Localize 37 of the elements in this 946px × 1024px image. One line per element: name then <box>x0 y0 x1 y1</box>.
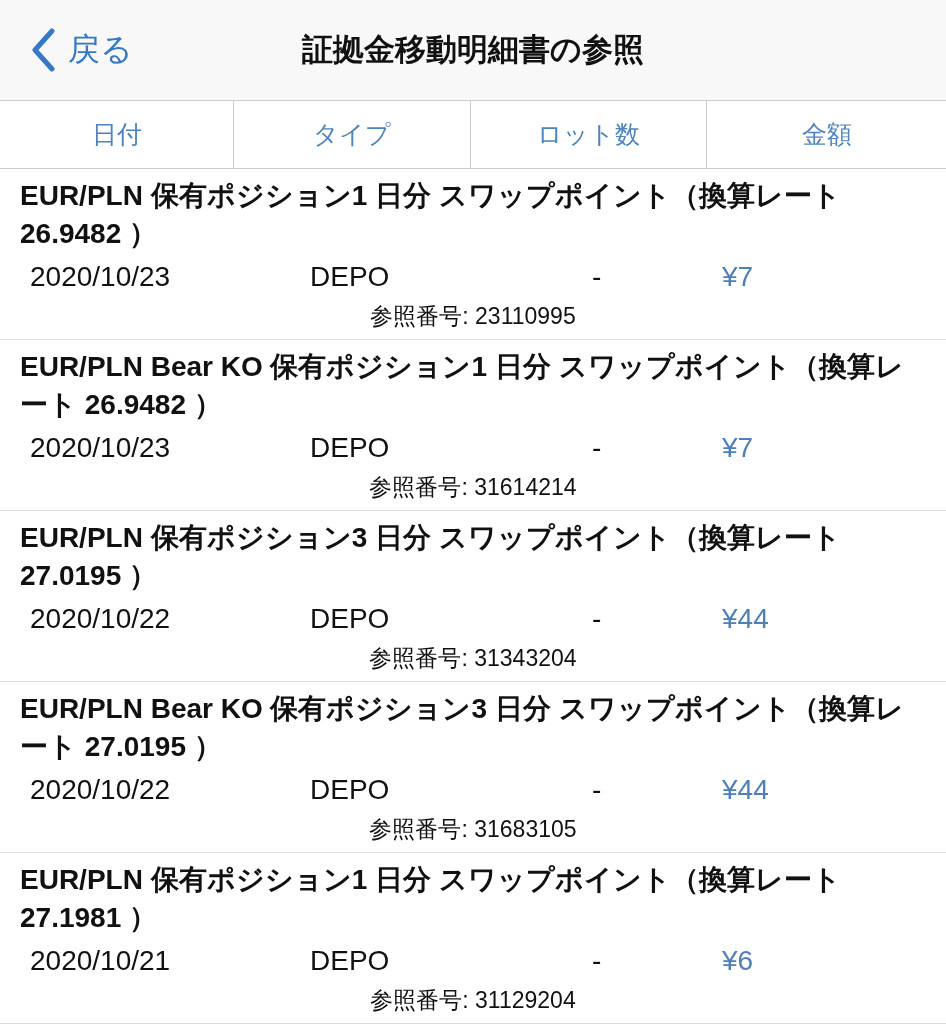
reference-number: 参照番号: 31343204 <box>369 645 577 671</box>
reference-number: 参照番号: 31129204 <box>370 987 576 1013</box>
entry-title: EUR/PLN 保有ポジション1 日分 スワップポイント（換算レート 26.9482 ） <box>20 179 842 251</box>
chevron-left-icon <box>30 28 56 72</box>
lots-text: - <box>592 261 603 293</box>
column-header[interactable]: 日付 <box>0 101 234 168</box>
date-text: 2020/10/23 <box>30 261 172 293</box>
column-header[interactable]: ロット数 <box>471 101 707 168</box>
lots-text: - <box>592 603 603 635</box>
date-text: 2020/10/22 <box>30 774 172 806</box>
entry-title: EUR/PLN Bear KO 保有ポジション3 日分 スワップポイント（換算レート 27.0195 ） <box>20 692 905 764</box>
lots-text: - <box>592 432 603 464</box>
type-text: DEPO <box>310 603 391 635</box>
type-text: DEPO <box>310 261 391 293</box>
amount-text: ¥44 <box>722 774 770 806</box>
date-text: 2020/10/21 <box>30 945 172 977</box>
date-text: 2020/10/22 <box>30 603 172 635</box>
reference-number: 参照番号: 31683105 <box>369 816 577 842</box>
type-text: DEPO <box>310 432 391 464</box>
type-text: DEPO <box>310 774 391 806</box>
amount-text: ¥44 <box>722 603 770 635</box>
amount-text: ¥7 <box>722 432 755 464</box>
column-header[interactable]: 金額 <box>707 101 946 168</box>
entry-title: EUR/PLN Bear KO 保有ポジション1 日分 スワップポイント（換算レート 26.9482 ） <box>20 350 905 422</box>
entry-title: EUR/PLN 保有ポジション1 日分 スワップポイント（換算レート 27.1981 ） <box>20 863 842 935</box>
type-text: DEPO <box>310 945 391 977</box>
page-title: 証拠金移動明細書の参照 <box>302 31 644 69</box>
entry-title: EUR/PLN 保有ポジション3 日分 スワップポイント（換算レート 27.0195 ） <box>20 521 842 593</box>
amount-text: ¥7 <box>722 261 755 293</box>
lots-text: - <box>592 774 603 806</box>
back-button[interactable]: 戻る <box>30 28 133 72</box>
amount-text: ¥6 <box>722 945 755 977</box>
column-header[interactable]: タイプ <box>234 101 471 168</box>
date-text: 2020/10/23 <box>30 432 172 464</box>
reference-number: 参照番号: 23110995 <box>370 303 576 329</box>
lots-text: - <box>592 945 603 977</box>
reference-number: 参照番号: 31614214 <box>369 474 577 500</box>
